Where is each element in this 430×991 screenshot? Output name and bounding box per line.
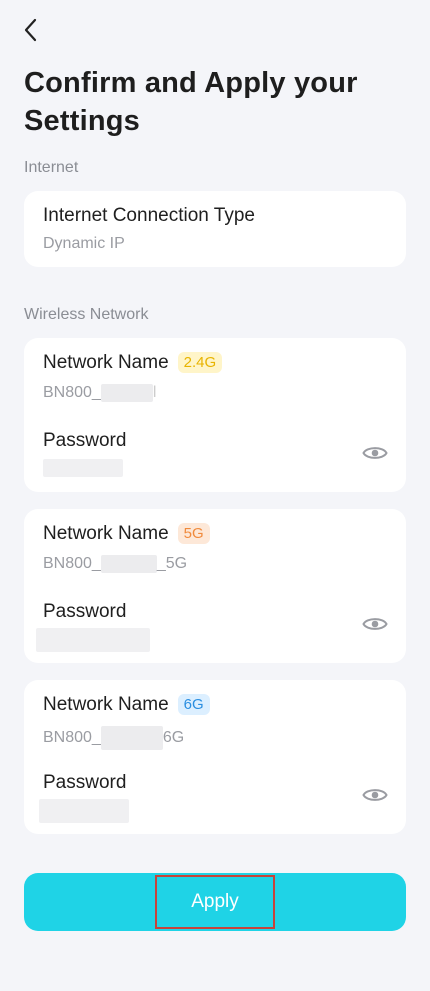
connection-type-value: Dynamic IP — [43, 235, 125, 252]
page-title: Confirm and Apply your Settings — [24, 67, 358, 137]
password-value-masked — [43, 459, 123, 477]
password-value-masked — [36, 628, 150, 652]
password-label: Password — [43, 430, 127, 451]
eye-icon[interactable] — [362, 615, 388, 633]
internet-connection-card[interactable]: Internet Connection Type Dynamic IP — [24, 191, 406, 267]
band-badge-2-4g: 2.4G — [177, 352, 223, 373]
connection-type-label: Internet Connection Type — [43, 205, 255, 226]
wireless-section-label: Wireless Network — [24, 306, 149, 323]
network-name-label: Network Name — [43, 523, 169, 544]
eye-icon[interactable] — [362, 786, 388, 804]
ssid-value: BN800_ 6G — [43, 726, 184, 750]
internet-section-label: Internet — [24, 159, 79, 176]
network-name-label: Network Name — [43, 352, 169, 373]
password-label: Password — [43, 772, 127, 793]
apply-button[interactable]: Apply — [24, 873, 406, 931]
back-button[interactable] — [14, 14, 46, 46]
network-card-6g: Network Name 6G BN800_ 6G Password — [24, 680, 406, 834]
password-value-masked — [39, 799, 129, 823]
chevron-left-icon — [24, 18, 37, 42]
network-card-5g: Network Name 5G BN800_ _5G Password — [24, 509, 406, 663]
password-label: Password — [43, 601, 127, 622]
band-badge-5g: 5G — [177, 523, 210, 544]
band-badge-6g: 6G — [177, 694, 210, 715]
network-card-2-4g: Network Name 2.4G BN800_ l Password — [24, 338, 406, 492]
ssid-value: BN800_ l — [43, 384, 157, 402]
eye-icon[interactable] — [362, 444, 388, 462]
apply-button-label: Apply — [155, 875, 275, 929]
network-name-label: Network Name — [43, 694, 169, 715]
ssid-value: BN800_ _5G — [43, 555, 188, 573]
